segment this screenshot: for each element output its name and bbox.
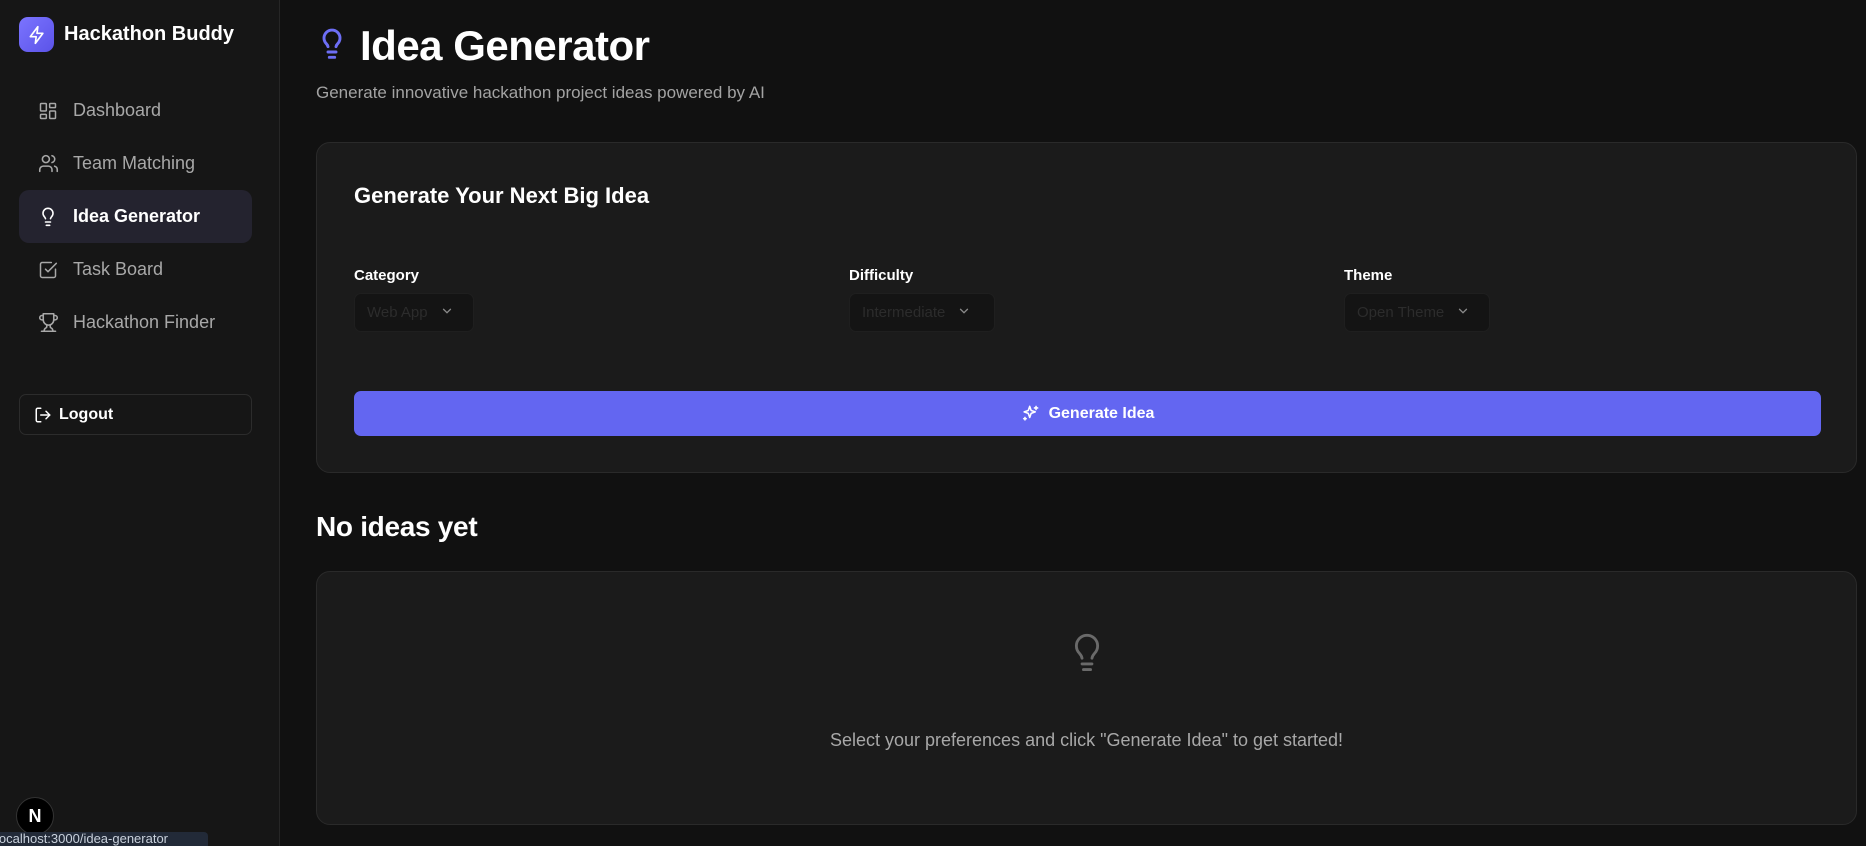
users-icon [37, 153, 59, 175]
empty-state-message: Select your preferences and click "Gener… [829, 730, 1344, 750]
page-subtitle: Generate innovative hackathon project id… [316, 83, 765, 102]
checkbox-icon [37, 259, 59, 281]
card-title: Generate Your Next Big Idea [354, 183, 650, 208]
sidebar-item-label: Idea Generator [73, 206, 201, 226]
theme-select[interactable]: Open Theme [1344, 293, 1490, 332]
sidebar-item-team-matching[interactable]: Team Matching [19, 137, 252, 190]
logout-icon [33, 404, 53, 426]
difficulty-field: Difficulty Intermediate [849, 267, 995, 332]
dev-tools-badge[interactable]: N [16, 797, 54, 835]
theme-value: Open Theme [1357, 304, 1445, 321]
category-select[interactable]: Web App [354, 293, 474, 332]
sidebar: Hackathon Buddy Dashboard Team Matching … [0, 0, 280, 846]
chevron-down-icon [1456, 304, 1470, 322]
logout-label: Logout [59, 405, 114, 423]
dashboard-icon [37, 100, 59, 122]
chevron-down-icon [957, 304, 971, 322]
status-bar-url: localhost:3000/idea-generator [0, 832, 208, 846]
lightbulb-icon [37, 206, 59, 228]
theme-field: Theme Open Theme [1344, 267, 1490, 332]
page-header: Idea Generator [316, 22, 650, 70]
sidebar-item-label: Team Matching [73, 153, 196, 173]
page-title: Idea Generator [360, 22, 650, 69]
sidebar-item-task-board[interactable]: Task Board [19, 243, 252, 296]
generate-idea-button[interactable]: Generate Idea [354, 391, 1821, 436]
sparkles-icon [1021, 404, 1040, 423]
ideas-section-title: No ideas yet [316, 511, 478, 542]
difficulty-label: Difficulty [849, 267, 914, 284]
brand[interactable]: Hackathon Buddy [19, 17, 234, 52]
theme-label: Theme [1344, 267, 1393, 284]
logout-button[interactable]: Logout [19, 394, 252, 435]
idea-generator-card: Generate Your Next Big Idea Category Web… [316, 142, 1857, 473]
sidebar-item-hackathon-finder[interactable]: Hackathon Finder [19, 296, 252, 349]
trophy-icon [37, 312, 59, 334]
lightning-icon [19, 17, 54, 52]
sidebar-item-label: Dashboard [73, 100, 162, 120]
sidebar-nav: Dashboard Team Matching Idea Generator T… [19, 84, 252, 349]
sidebar-item-label: Task Board [73, 259, 164, 279]
difficulty-select[interactable]: Intermediate [849, 293, 995, 332]
sidebar-item-idea-generator[interactable]: Idea Generator [19, 190, 252, 243]
difficulty-value: Intermediate [862, 304, 946, 321]
sidebar-item-dashboard[interactable]: Dashboard [19, 84, 252, 137]
sidebar-item-label: Hackathon Finder [73, 312, 216, 332]
lightbulb-icon [316, 25, 348, 68]
category-field: Category Web App [354, 267, 474, 332]
brand-name: Hackathon Buddy [64, 23, 235, 45]
category-value: Web App [367, 304, 428, 321]
empty-state-card: Select your preferences and click "Gener… [316, 571, 1857, 825]
lightbulb-icon [1070, 628, 1104, 685]
generate-idea-label: Generate Idea [1048, 404, 1155, 422]
category-label: Category [354, 267, 420, 284]
chevron-down-icon [440, 304, 454, 322]
